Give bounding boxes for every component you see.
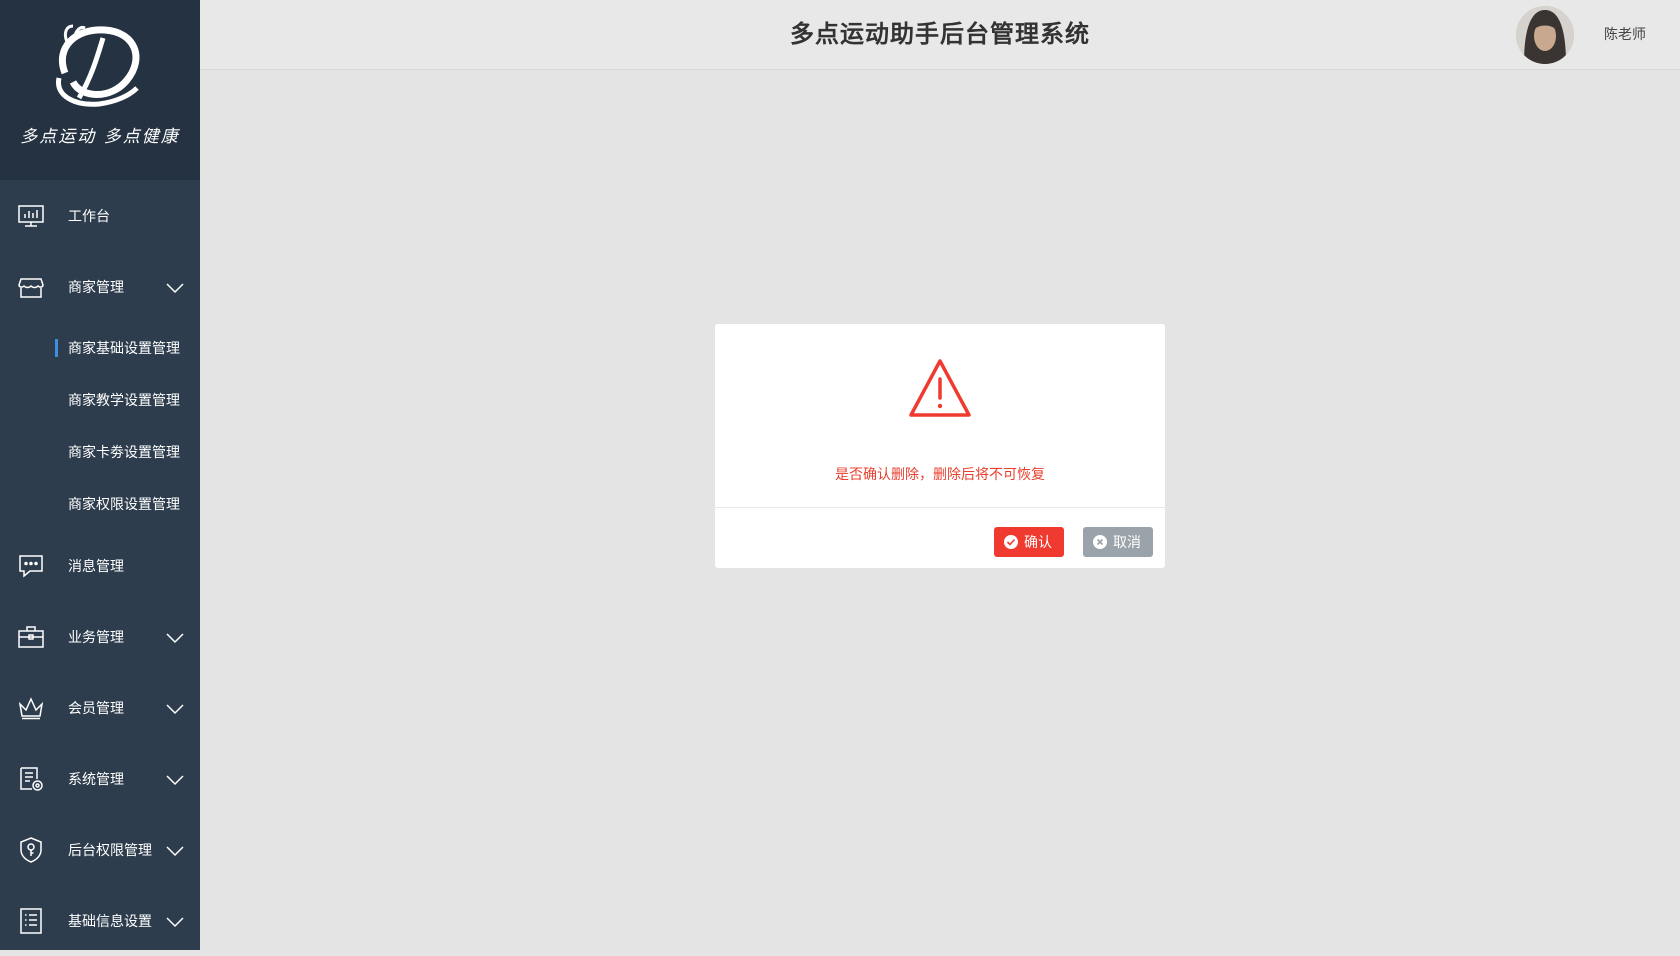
close-circle-icon xyxy=(1093,535,1107,549)
sidebar-item-workbench[interactable]: 工作台 xyxy=(0,180,200,251)
sidebar-subitem-label: 商家权限设置管理 xyxy=(68,496,180,512)
chevron-down-icon xyxy=(166,773,184,789)
sidebar-menu: 工作台 商家管理 商家基础设置管理 商家教学设置管理 商家卡劵设置管理 商家权限… xyxy=(0,180,200,956)
confirm-button[interactable]: 确认 xyxy=(994,527,1064,557)
monitor-chart-icon xyxy=(17,202,45,230)
sidebar-subitem-label: 商家卡劵设置管理 xyxy=(68,444,180,460)
sidebar-item-message[interactable]: 消息管理 xyxy=(0,530,200,601)
dialog-message: 是否确认删除，删除后将不可恢复 xyxy=(835,466,1045,482)
sidebar-subitem-merchant-basic[interactable]: 商家基础设置管理 xyxy=(0,322,200,374)
chevron-down-icon xyxy=(166,631,184,647)
username[interactable]: 陈老师 xyxy=(1604,24,1646,44)
sidebar-subitem-merchant-permission[interactable]: 商家权限设置管理 xyxy=(0,478,200,530)
avatar[interactable] xyxy=(1516,6,1574,64)
sidebar-item-label: 消息管理 xyxy=(68,557,124,574)
sidebar: 多点运动 多点健康 工作台 商家管理 商家基础设置管理 商家教学设置管理 商家卡… xyxy=(0,0,200,950)
top-header: 多点运动助手后台管理系统 陈老师 xyxy=(200,0,1680,70)
sidebar-subitem-merchant-card[interactable]: 商家卡劵设置管理 xyxy=(0,426,200,478)
sidebar-subitem-label: 商家教学设置管理 xyxy=(68,392,180,408)
briefcase-icon xyxy=(17,623,45,651)
brand-slogan: 多点运动 多点健康 xyxy=(20,127,180,147)
chat-bubble-icon xyxy=(17,552,45,580)
check-circle-icon xyxy=(1004,535,1018,549)
sidebar-item-merchant[interactable]: 商家管理 xyxy=(0,251,200,322)
brand-logo[interactable] xyxy=(45,18,155,108)
sidebar-item-member[interactable]: 会员管理 xyxy=(0,672,200,743)
cancel-button-label: 取消 xyxy=(1113,534,1141,550)
sidebar-item-system[interactable]: 系统管理 xyxy=(0,743,200,814)
sidebar-item-business[interactable]: 业务管理 xyxy=(0,601,200,672)
sidebar-item-label: 后台权限管理 xyxy=(68,841,152,858)
shield-key-icon xyxy=(17,836,45,864)
sidebar-item-label: 系统管理 xyxy=(68,770,124,787)
brand-area: 多点运动 多点健康 xyxy=(0,0,200,180)
chevron-down-icon xyxy=(166,915,184,931)
sidebar-item-label: 基础信息设置 xyxy=(68,912,152,929)
warning-triangle-icon xyxy=(908,358,972,423)
sidebar-item-label: 工作台 xyxy=(68,207,110,224)
sidebar-item-label: 商家管理 xyxy=(68,278,124,295)
chevron-down-icon xyxy=(166,281,184,297)
sidebar-item-basic-info[interactable]: 基础信息设置 xyxy=(0,885,200,956)
chevron-down-icon xyxy=(166,844,184,860)
store-icon xyxy=(17,273,45,301)
page-title: 多点运动助手后台管理系统 xyxy=(790,21,1090,48)
chevron-down-icon xyxy=(166,702,184,718)
dialog-divider xyxy=(715,507,1165,508)
crown-icon xyxy=(17,694,45,722)
sidebar-item-admin-permission[interactable]: 后台权限管理 xyxy=(0,814,200,885)
confirm-delete-dialog: 是否确认删除，删除后将不可恢复 确认 取消 xyxy=(715,324,1165,568)
confirm-button-label: 确认 xyxy=(1024,534,1052,550)
sidebar-item-label: 会员管理 xyxy=(68,699,124,716)
cancel-button[interactable]: 取消 xyxy=(1083,527,1153,557)
settings-document-icon xyxy=(17,765,45,793)
sidebar-subitem-label: 商家基础设置管理 xyxy=(68,340,180,356)
sidebar-subitem-merchant-teaching[interactable]: 商家教学设置管理 xyxy=(0,374,200,426)
list-document-icon xyxy=(17,907,45,935)
sidebar-item-label: 业务管理 xyxy=(68,628,124,645)
